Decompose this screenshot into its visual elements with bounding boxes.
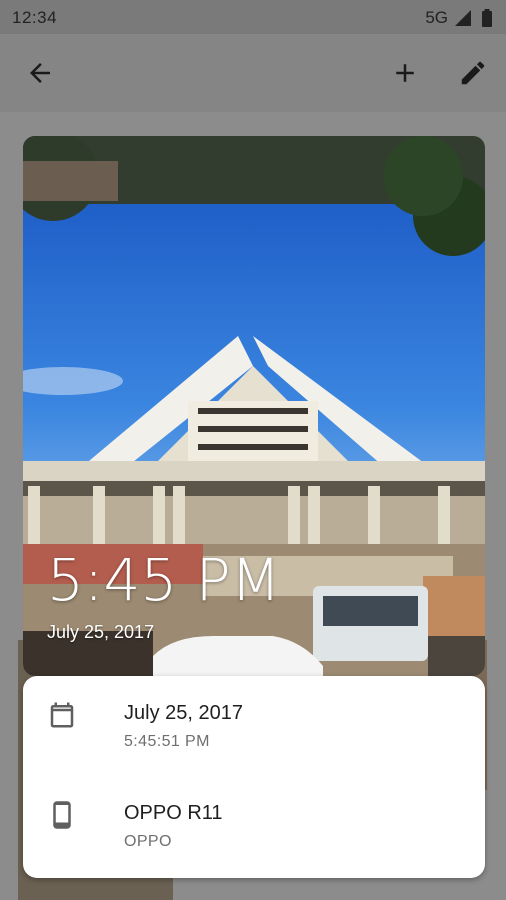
network-type: 5G bbox=[425, 8, 448, 27]
arrow-back-icon[interactable] bbox=[25, 58, 55, 88]
calendar-icon bbox=[47, 698, 77, 732]
signal-icon bbox=[455, 10, 471, 31]
device-subtitle: OPPO bbox=[124, 833, 172, 850]
device-row[interactable]: OPPO R11 OPPO bbox=[23, 776, 485, 856]
phone-icon bbox=[47, 798, 77, 832]
datetime-row[interactable]: July 25, 2017 5:45:51 PM bbox=[23, 676, 485, 756]
app-bar bbox=[0, 34, 506, 112]
time-subtitle: 5:45:51 PM bbox=[124, 733, 210, 750]
add-icon[interactable] bbox=[390, 58, 420, 88]
status-bar: 12:34 5G bbox=[0, 0, 506, 34]
photo-date-overlay: July 25, 2017 bbox=[47, 622, 155, 642]
device-title: OPPO R11 bbox=[124, 802, 223, 824]
edit-icon[interactable] bbox=[458, 58, 488, 88]
photo-time-overlay: 5:45 PM bbox=[47, 546, 281, 614]
status-time: 12:34 bbox=[12, 8, 58, 27]
battery-icon bbox=[481, 9, 493, 32]
date-title: July 25, 2017 bbox=[124, 702, 243, 724]
photo-card[interactable]: 5:45 PM July 25, 2017 bbox=[23, 136, 485, 676]
photo-info-panel: July 25, 2017 5:45:51 PM OPPO R11 OPPO bbox=[23, 676, 485, 878]
